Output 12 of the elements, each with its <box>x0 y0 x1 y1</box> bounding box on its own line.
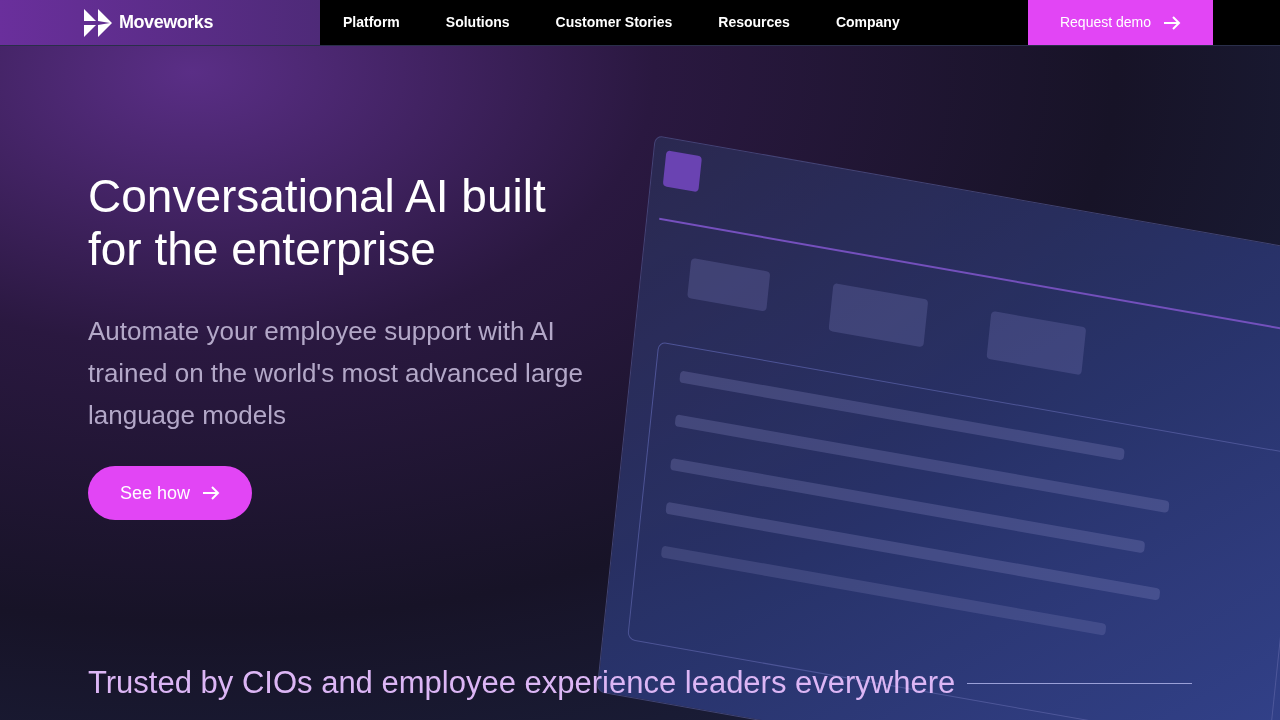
nav-link[interactable]: Customer Stories <box>555 12 673 33</box>
hero-heading: Conversational AI built for the enterprise <box>88 170 547 276</box>
nav-link[interactable]: Solutions <box>445 12 510 33</box>
arrow-right-icon <box>1163 15 1182 30</box>
arrow-right-icon <box>202 486 221 500</box>
logo-wordmark[interactable]: Moveworks <box>119 9 213 36</box>
hero-subtitle: Automate your employee support with AI trained on the world's most advanced large language models <box>88 315 584 432</box>
nav-link[interactable]: Company <box>835 12 900 33</box>
trusted-by-heading: Trusted by CIOs and employee experience leaders everywhere <box>88 664 956 702</box>
logo-icon[interactable] <box>83 7 113 38</box>
nav-link[interactable]: Resources <box>718 12 790 33</box>
nav-link[interactable]: Platform <box>343 12 400 33</box>
